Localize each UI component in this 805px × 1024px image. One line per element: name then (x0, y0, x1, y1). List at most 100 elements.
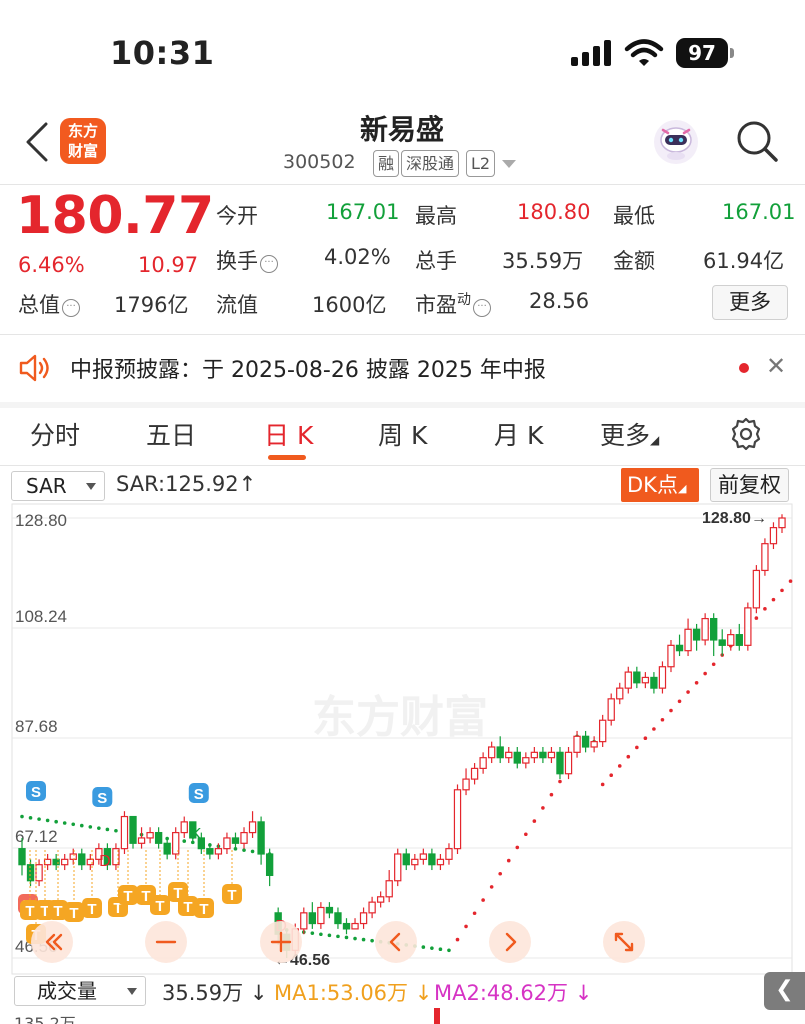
tab-weekly-k[interactable]: 周 K (378, 416, 427, 452)
sar-indicator-value: SAR:125.92↑ (116, 472, 256, 496)
signal-s3-text: S (194, 786, 204, 803)
sar-dot-2-57 (506, 858, 511, 863)
candle-body-37 (334, 912, 342, 925)
scroll-left-icon[interactable] (375, 921, 417, 963)
candle-body-46 (411, 858, 419, 866)
sar-dot-4-87 (763, 607, 767, 611)
sar-dot-4-73 (643, 736, 648, 741)
float-label: 流值 (216, 293, 258, 317)
sar-dot-4-89 (780, 588, 784, 593)
current-price: 180.77 (16, 186, 214, 246)
tab-five-day[interactable]: 五日 (146, 416, 196, 452)
dk-point-label: DK点 (627, 473, 678, 497)
sar-dot-4-75 (660, 717, 665, 722)
y-tick-label-0: 128.80 (15, 511, 67, 530)
forward-adjust-button[interactable]: 前复权 (710, 468, 789, 502)
candle-body-41 (368, 901, 376, 914)
candle-body-38 (342, 922, 351, 930)
pe-label: 市盈动 ··· (415, 289, 491, 319)
sar-dot-0-1 (28, 816, 33, 820)
tabs-divider (0, 465, 805, 466)
sar-dot-2-52 (464, 924, 468, 929)
search-icon[interactable] (734, 118, 780, 164)
pe-value: 28.56 (529, 289, 590, 313)
expand-triangle-icon[interactable] (502, 160, 516, 168)
volume-bar (434, 1008, 440, 1024)
candle-body-34 (308, 912, 317, 925)
mktcap-info-icon[interactable]: ··· (62, 299, 80, 317)
sar-dot-1-36 (327, 933, 332, 938)
volume-ma1: MA1:53.06万 ↓ (274, 977, 432, 1007)
sar-dot-2-56 (498, 871, 503, 876)
candle-body-75 (658, 666, 667, 689)
zoom-in-icon[interactable] (260, 921, 302, 963)
sar-dot-4-68 (600, 782, 605, 787)
tab-daily-k[interactable]: 日 K (264, 416, 313, 452)
sar-dot-0-8 (88, 825, 93, 829)
candle-body-48 (428, 853, 436, 866)
notice-text[interactable]: 中报预披露：于 2025-08-26 披露 2025 年中报 (70, 352, 546, 384)
candle-body-54 (479, 757, 487, 769)
candle-body-60 (530, 751, 539, 759)
low-label: 最低 (613, 204, 655, 228)
tab-intraday[interactable]: 分时 (30, 416, 80, 452)
candle-body-82 (718, 639, 726, 646)
level2-tag[interactable]: L2 (466, 150, 496, 177)
pe-info-icon[interactable]: ··· (473, 299, 491, 317)
tab-monthly-k[interactable]: 月 K (494, 416, 543, 452)
candle-body-59 (522, 757, 530, 764)
rewind-icon[interactable] (31, 921, 73, 963)
more-stats-button[interactable]: 更多 (712, 285, 788, 320)
candlestick-chart[interactable]: 东方财富 128.80108.2487.6867.1246.56 SSSBTTT… (0, 500, 805, 978)
candle-body-51 (453, 789, 462, 850)
signal-d1: D (99, 853, 111, 870)
side-panel-toggle-icon[interactable]: ❮ (764, 972, 805, 1010)
candle-body-79 (692, 628, 701, 641)
volume-label: 总手 (415, 249, 457, 273)
sar-dot-4-70 (617, 764, 622, 768)
turnover-info-icon[interactable]: ··· (260, 255, 278, 273)
ai-robot-icon[interactable] (652, 118, 700, 166)
volume-ma2-text: MA2:48.62万 (434, 981, 569, 1005)
stock-code: 300502 (283, 151, 356, 173)
signal-t-2-text: T (53, 903, 62, 920)
scroll-right-icon[interactable] (489, 921, 531, 963)
turnover-label-text: 换手 (216, 249, 258, 273)
candle-body-68 (598, 719, 607, 743)
sar-dot-0-5 (62, 821, 67, 825)
battery-cap (730, 48, 734, 58)
eastmoney-logo[interactable]: 东方 财富 (60, 118, 106, 164)
sar-dot-1-40 (361, 937, 366, 942)
volume-indicator-select[interactable]: 成交量 (14, 976, 146, 1006)
candle-body-80 (701, 617, 709, 641)
signal-t-4-text: T (87, 901, 96, 918)
sar-dot-4-69 (609, 773, 614, 777)
sar-dot-4-81 (711, 662, 716, 667)
sar-dot-2-51 (455, 937, 460, 942)
zoom-out-icon[interactable] (145, 921, 187, 963)
logo-line-1: 东方 (67, 122, 98, 140)
indicator-select[interactable]: SAR (11, 471, 105, 501)
scroll-left-icon-bg (375, 921, 417, 963)
sar-dot-0-19 (182, 839, 187, 843)
mktcap-value: 1796亿 (114, 293, 189, 317)
gear-icon[interactable] (728, 416, 764, 452)
back-arrow-icon[interactable] (22, 120, 52, 164)
open-label: 今开 (216, 204, 258, 228)
tab-more[interactable]: 更多◢ (600, 416, 659, 452)
candle-body-66 (581, 735, 590, 748)
sar-dot-0-27 (250, 849, 255, 854)
mktcap-label: 总值 ··· (18, 289, 80, 319)
candle-body-87 (761, 543, 769, 572)
indicator-select-value: SAR (26, 474, 67, 498)
candle-body-28 (257, 821, 265, 855)
battery-level: 97 (676, 38, 728, 68)
sar-dot-4-74 (652, 727, 656, 731)
quote-divider (0, 334, 805, 335)
candle-body-55 (487, 746, 496, 759)
fullscreen-icon[interactable] (603, 921, 645, 963)
close-icon[interactable]: ✕ (766, 352, 786, 380)
signal-t-0-text: T (25, 903, 34, 920)
sar-dot-1-50 (447, 948, 451, 953)
dk-point-button[interactable]: DK点◢ (621, 468, 699, 502)
